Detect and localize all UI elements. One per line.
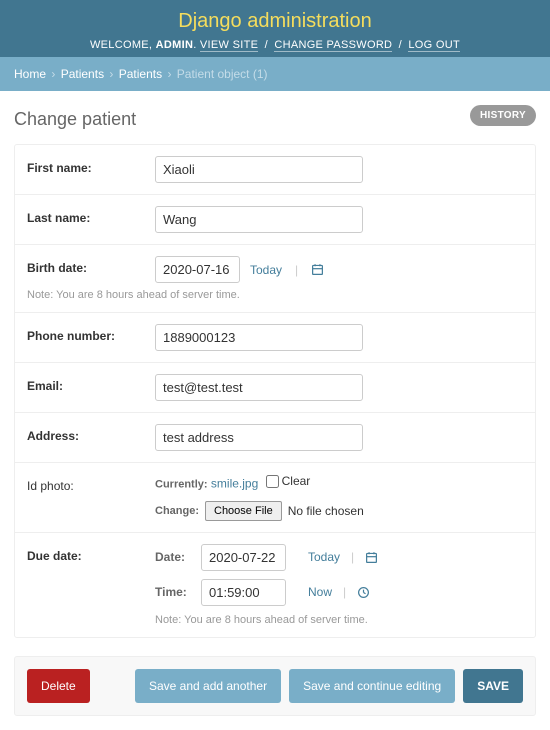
submit-row: Delete Save and add another Save and con…	[14, 656, 536, 716]
admin-header: Django administration WELCOME, ADMIN. VI…	[0, 0, 550, 57]
due-date-input[interactable]	[201, 544, 286, 571]
due-time-now-link[interactable]: Now	[308, 585, 332, 599]
birth-date-input[interactable]	[155, 256, 240, 283]
due-time-input[interactable]	[201, 579, 286, 606]
calendar-icon[interactable]	[365, 551, 378, 564]
breadcrumbs: Home › Patients › Patients › Patient obj…	[0, 57, 550, 91]
username: ADMIN	[156, 39, 194, 51]
phone-input[interactable]	[155, 324, 363, 351]
first-name-label: First name:	[27, 156, 155, 175]
form-module: First name: Last name: Birth date: Today…	[14, 144, 536, 638]
last-name-input[interactable]	[155, 206, 363, 233]
delete-button[interactable]: Delete	[27, 669, 90, 703]
currently-label: Currently:	[155, 479, 208, 491]
user-tools: WELCOME, ADMIN. VIEW SITE / CHANGE PASSW…	[0, 39, 550, 51]
site-title: Django administration	[0, 10, 550, 33]
due-date-sub-label: Date:	[155, 550, 193, 564]
clear-label: Clear	[282, 474, 311, 488]
breadcrumb-app[interactable]: Patients	[61, 67, 104, 81]
address-input[interactable]	[155, 424, 363, 451]
first-name-input[interactable]	[155, 156, 363, 183]
no-file-text: No file chosen	[288, 504, 364, 518]
welcome-text: WELCOME,	[90, 39, 152, 51]
clear-checkbox[interactable]	[266, 475, 279, 488]
breadcrumb-object: Patient object (1)	[177, 67, 268, 81]
due-date-today-link[interactable]: Today	[308, 550, 340, 564]
save-continue-button[interactable]: Save and continue editing	[289, 669, 455, 703]
change-password-link[interactable]: CHANGE PASSWORD	[274, 39, 392, 52]
last-name-label: Last name:	[27, 206, 155, 225]
page-title: Change patient	[14, 109, 536, 130]
email-input[interactable]	[155, 374, 363, 401]
birth-date-tz-note: Note: You are 8 hours ahead of server ti…	[27, 289, 523, 301]
due-date-label: Due date:	[27, 544, 155, 563]
breadcrumb-home[interactable]: Home	[14, 67, 46, 81]
id-photo-label: Id photo:	[27, 474, 155, 493]
due-time-sub-label: Time:	[155, 585, 193, 599]
calendar-icon[interactable]	[311, 263, 324, 276]
change-label: Change:	[155, 505, 199, 517]
view-site-link[interactable]: VIEW SITE	[200, 39, 258, 52]
clock-icon[interactable]	[357, 586, 370, 599]
phone-label: Phone number:	[27, 324, 155, 343]
choose-file-button[interactable]: Choose File	[205, 501, 282, 521]
save-add-another-button[interactable]: Save and add another	[135, 669, 281, 703]
address-label: Address:	[27, 424, 155, 443]
email-label: Email:	[27, 374, 155, 393]
birth-date-label: Birth date:	[27, 256, 155, 275]
save-button[interactable]: SAVE	[463, 669, 523, 703]
current-file-link[interactable]: smile.jpg	[211, 477, 258, 491]
due-date-tz-note: Note: You are 8 hours ahead of server ti…	[155, 614, 523, 626]
logout-link[interactable]: LOG OUT	[408, 39, 460, 52]
breadcrumb-model[interactable]: Patients	[119, 67, 162, 81]
birth-date-today-link[interactable]: Today	[250, 263, 282, 277]
